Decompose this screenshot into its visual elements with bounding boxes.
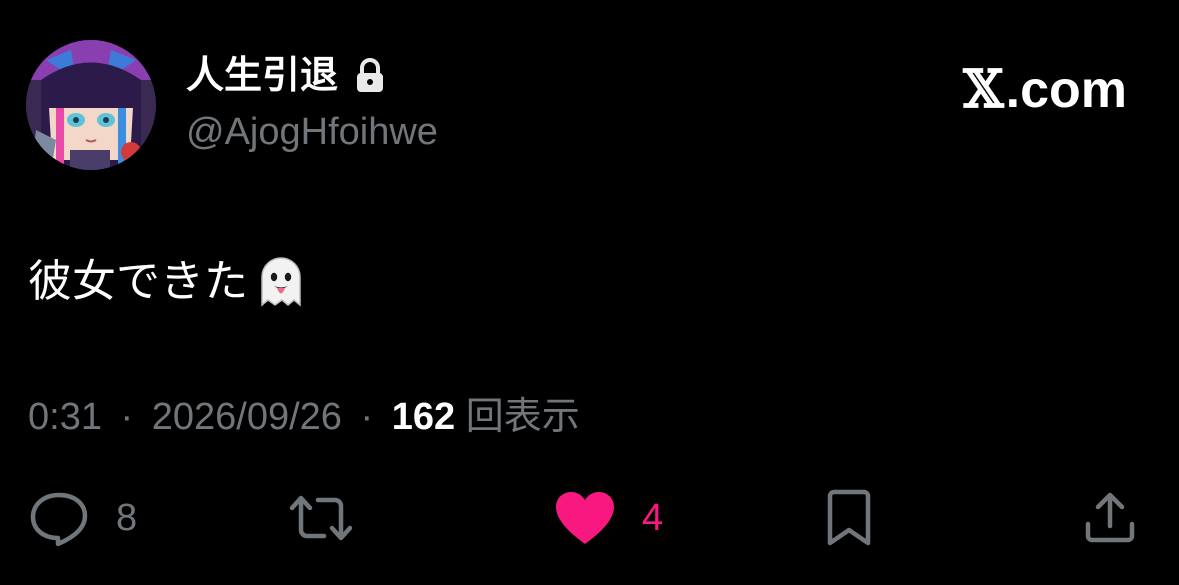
reply-button[interactable]: 8 [28, 488, 137, 548]
bookmark-icon [824, 489, 874, 547]
views-count: 162 [391, 396, 456, 438]
brand-logo: 𝕏 .com [963, 58, 1127, 122]
share-icon [1082, 490, 1138, 546]
handle[interactable]: @AjogHfoihwe [186, 108, 438, 156]
display-name[interactable]: 人生引退 [186, 52, 338, 100]
like-button[interactable]: 4 [554, 488, 663, 548]
avatar[interactable] [26, 40, 156, 170]
reply-count: 8 [116, 497, 138, 539]
bookmark-button[interactable] [824, 488, 874, 548]
meta-separator: · [120, 396, 134, 438]
tweet-text: 彼女できた [28, 252, 310, 312]
share-button[interactable] [1082, 488, 1138, 548]
tweet-date[interactable]: 2026/09/26 [152, 396, 342, 438]
brand-label: .com [1005, 61, 1127, 119]
views-label: 回表示 [465, 396, 580, 438]
like-count: 4 [642, 497, 664, 539]
tweet-body: 彼女できた [28, 257, 248, 306]
retweet-button[interactable] [288, 488, 380, 548]
display-name-row: 人生引退 [186, 52, 386, 100]
ghost-icon [252, 253, 310, 311]
x-logo-icon: 𝕏 [963, 59, 1004, 120]
reply-icon [28, 490, 90, 546]
tweet-time[interactable]: 0:31 [28, 396, 102, 438]
retweet-icon [288, 494, 354, 542]
meta-separator: · [360, 396, 374, 438]
heart-icon [554, 490, 616, 546]
tweet-meta: 0:31 · 2026/09/26 · 162 回表示 [28, 392, 580, 442]
avatar-image [26, 40, 156, 170]
lock-icon [354, 58, 386, 94]
